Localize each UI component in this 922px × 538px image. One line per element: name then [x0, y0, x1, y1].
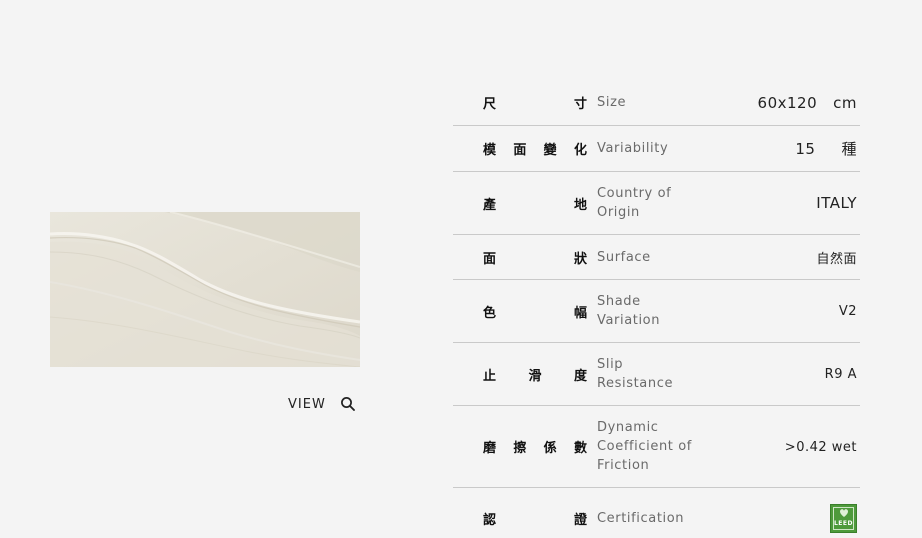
- product-spec-page: VIEW 尺 寸 Size 60x120 cm 模 面 變 化 Variabil…: [0, 0, 922, 538]
- view-label: VIEW: [288, 396, 326, 412]
- spec-value: >0.42 wet: [784, 439, 857, 455]
- spec-zh-label: 止 滑 度: [483, 368, 587, 384]
- spec-en-label: Certification: [597, 510, 685, 526]
- spec-row-surface: 面 狀 Surface 自然面: [453, 235, 860, 280]
- spec-en-label: Surface: [597, 249, 651, 265]
- spec-row-slip: 止 滑 度 Slip Resistance R9 A: [453, 343, 860, 406]
- spec-value: 60x120 cm: [757, 93, 857, 112]
- spec-zh-label: 尺 寸: [483, 97, 587, 112]
- spec-row-size: 尺 寸 Size 60x120 cm: [453, 80, 860, 126]
- spec-value: LEED: [737, 503, 860, 533]
- spec-value: V2: [838, 304, 857, 319]
- leaf-icon: [840, 508, 848, 517]
- spec-en-label: Variability: [597, 141, 669, 156]
- spec-row-origin: 產 地 Country of Origin ITALY: [453, 172, 860, 235]
- spec-table: 尺 寸 Size 60x120 cm 模 面 變 化 Variability 1…: [453, 80, 860, 538]
- spec-value: ITALY: [816, 194, 857, 212]
- spec-zh-label: 面 狀: [483, 251, 587, 267]
- spec-row-variability: 模 面 變 化 Variability 15 種: [453, 126, 860, 172]
- view-button[interactable]: VIEW: [288, 396, 356, 412]
- spec-en-label: Size: [597, 95, 627, 110]
- spec-zh-label: 產 地: [483, 197, 587, 213]
- leed-badge-icon: LEED: [830, 503, 857, 533]
- spec-value: 自然面: [816, 251, 857, 267]
- spec-row-friction: 磨 擦 係 數 Dynamic Coefficient of Friction …: [453, 406, 860, 488]
- spec-zh-label: 認 證: [483, 512, 587, 528]
- marble-texture: [50, 212, 360, 367]
- spec-value: R9 A: [824, 367, 857, 382]
- spec-zh-label: 色 幅: [483, 305, 587, 321]
- spec-zh-label: 模 面 變 化: [483, 143, 587, 158]
- product-tile-image[interactable]: [50, 212, 360, 367]
- spec-en-label: Slip Resistance: [597, 357, 674, 391]
- spec-value: 15 種: [795, 140, 857, 158]
- spec-row-shade: 色 幅 Shade Variation V2: [453, 280, 860, 343]
- leed-badge-text: LEED: [833, 519, 853, 527]
- spec-zh-label: 磨 擦 係 數: [483, 441, 587, 456]
- spec-en-label: Dynamic Coefficient of Friction: [597, 420, 692, 473]
- spec-en-label: Country of Origin: [597, 186, 672, 220]
- spec-en-label: Shade Variation: [597, 294, 661, 328]
- spec-row-certification: 認 證 Certification LEED: [453, 488, 860, 538]
- search-icon[interactable]: [340, 396, 356, 412]
